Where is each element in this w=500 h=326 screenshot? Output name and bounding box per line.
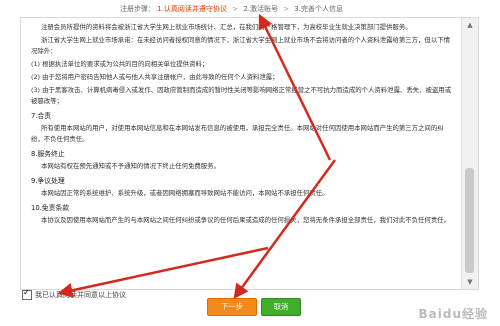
- agreement-panel[interactable]: 注册会员所提供的资料将会被浙江省大学生网上就业市场统计、汇总，在我们的严格管理下…: [20, 17, 479, 290]
- agreement-item: (2) 由于您将用户密码告知他人或与他人共享注册帐户，由此导致的任何个人资料泄露…: [31, 73, 279, 81]
- agreement-paragraph: 本协议及因使用本网站而产生的与本网站之间任何纠纷或争议的任何后果或造成的任何损失…: [41, 216, 450, 224]
- step-separator: >: [283, 5, 290, 13]
- section-heading: 9.争议处理: [31, 177, 65, 185]
- steps-prefix: 注册步骤：: [120, 5, 155, 13]
- agree-checkbox[interactable]: [22, 288, 32, 300]
- scrollbar[interactable]: ▲ ▼: [461, 18, 478, 289]
- agree-label: 我已认真阅读并同意以上协议: [35, 291, 126, 299]
- agreement-paragraph: 注册会员所提供的资料将会被浙江省大学生网上就业市场统计、汇总，在我们的严格管理下…: [41, 23, 412, 31]
- cancel-button[interactable]: 取消: [261, 298, 301, 316]
- agreement-paragraph: 本网站有权在预先通知或不予通知的情况下终止任何免费服务。: [41, 162, 220, 170]
- agreement-paragraph: 浙江省大学生网上就业市场承诺：在未经访问者授权同意的情况下，浙江省大学生网上就业…: [31, 36, 450, 55]
- scroll-up-icon[interactable]: ▲: [462, 18, 478, 32]
- agree-checkbox-row[interactable]: 我已认真阅读并同意以上协议: [20, 288, 140, 302]
- step-3: 3.完善个人信息: [294, 5, 343, 13]
- scroll-down-icon[interactable]: ▼: [462, 275, 478, 289]
- agreement-item: (1) 根据执法单位的要求或为公共的目的向相关单位提供资料；: [31, 60, 209, 68]
- next-step-button[interactable]: 下一步: [207, 298, 257, 316]
- agreement-text: 注册会员所提供的资料将会被浙江省大学生网上就业市场统计、汇总，在我们的严格管理下…: [21, 18, 462, 289]
- agreement-paragraph: 本网站因正常的系统维护、系统升级，或者因网络拥塞而导致网站不能访问，本网站不承担…: [41, 189, 329, 197]
- section-heading: 7.合责: [31, 112, 52, 120]
- agreement-item: (3) 由于黑客攻击、计算机病毒侵入或发作、因政府管制而造成的暂时性关闭等影响网…: [31, 86, 452, 105]
- agreement-paragraph: 所有使用本网站的用户，对使用本网站信息和在本网站发布信息的被使用，承担完全责任。…: [31, 124, 444, 143]
- step-separator: >: [232, 5, 239, 13]
- watermark-logo: Baidu经验: [418, 307, 488, 321]
- step-2: 2.激活账号: [243, 5, 278, 13]
- section-heading: 10.免责条款: [31, 204, 69, 212]
- registration-steps: 注册步骤： 1.认真阅读并遵守协议 > 2.激活账号 > 3.完善个人信息: [0, 0, 500, 18]
- section-heading: 8.服务终止: [31, 150, 65, 158]
- step-1: 1.认真阅读并遵守协议: [157, 5, 227, 13]
- scrollbar-thumb[interactable]: [465, 168, 474, 273]
